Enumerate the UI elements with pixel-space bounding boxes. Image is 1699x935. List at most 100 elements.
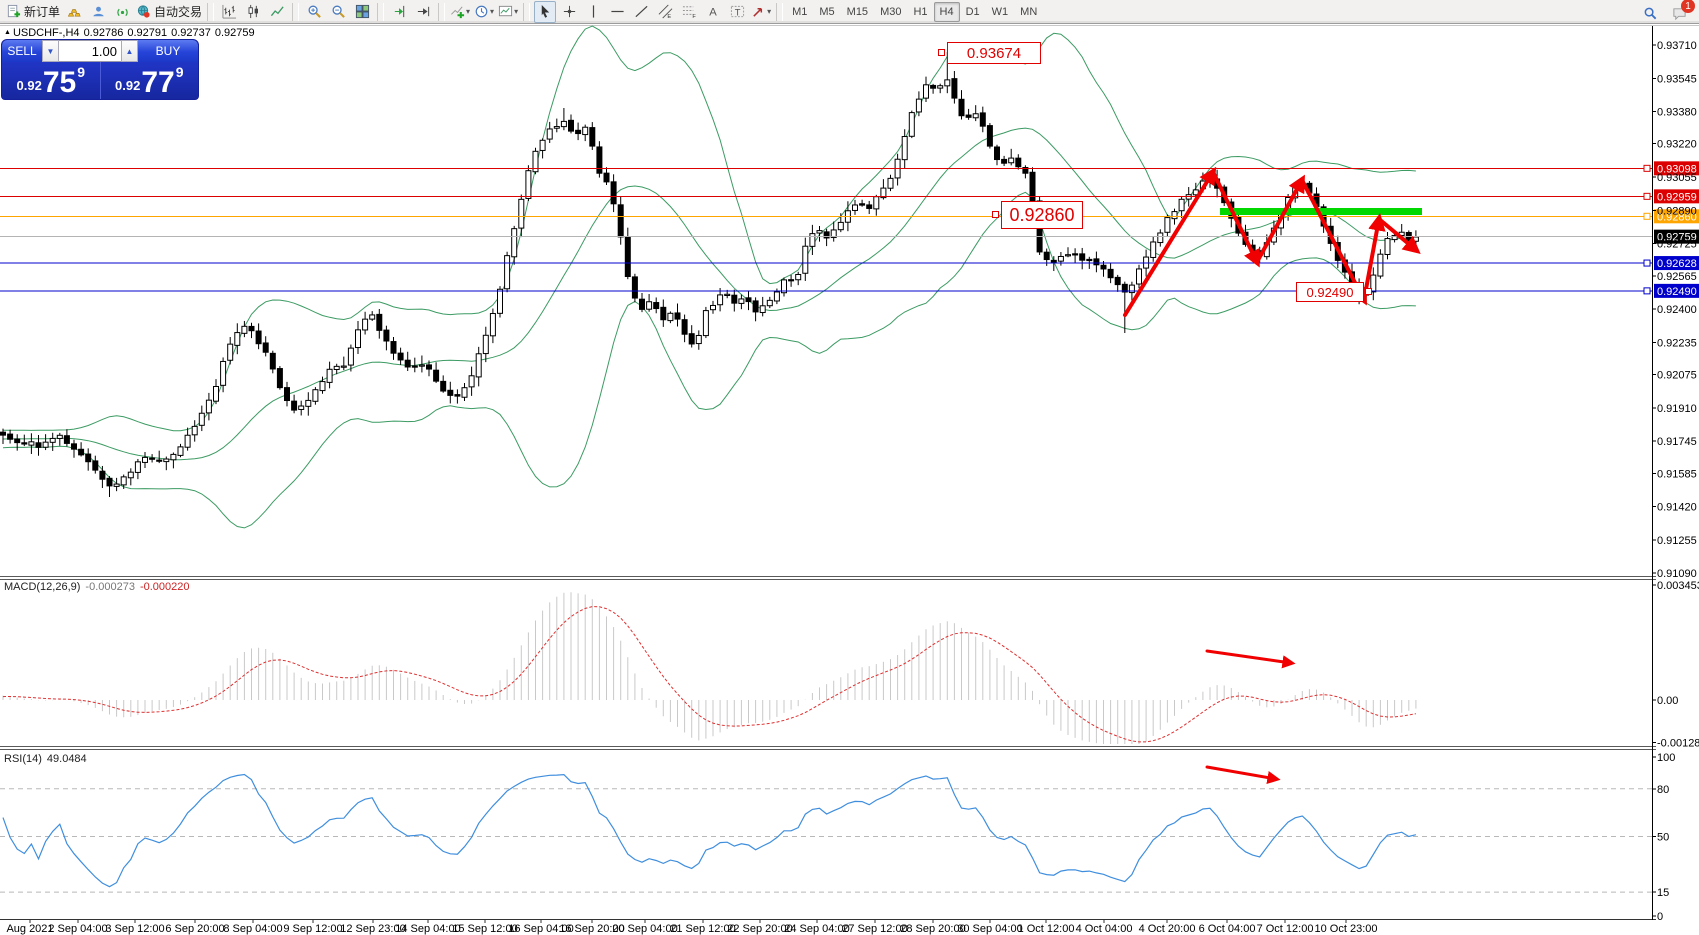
macd-main-value: -0.000273 (85, 581, 135, 593)
crosshair-icon[interactable] (558, 1, 580, 23)
symbol-ohlc-header: ▲USDCHF-,H40.927860.927910.927370.92759 (4, 27, 259, 39)
candle (1158, 233, 1163, 243)
tile-windows-icon[interactable] (351, 1, 373, 23)
cursor-icon[interactable] (534, 1, 556, 23)
arrows-icon[interactable]: ▾ (750, 1, 772, 23)
annotation-anchor-square[interactable] (938, 49, 945, 56)
timeframe-button-d1[interactable]: D1 (960, 2, 986, 22)
candle (519, 199, 524, 228)
autotrade-icon[interactable]: 自动交易 (135, 1, 203, 23)
price-label-annotation[interactable]: 0.93674 (947, 42, 1041, 64)
rsi-tick-label: 15 (1657, 887, 1669, 899)
candle (796, 274, 801, 279)
time-label: 24 Sep 04:00 (784, 923, 849, 935)
level-anchor-square (1644, 260, 1650, 266)
price-tick-label: 0.91745 (1657, 436, 1697, 448)
candle (1044, 252, 1049, 259)
add-indicator-icon[interactable]: ▾ (449, 1, 471, 23)
chart-canvas[interactable]: 0.930980.929590.928600.927590.926280.924… (0, 0, 1699, 935)
candle (277, 369, 282, 388)
candle (1094, 259, 1099, 265)
shift-chart-icon[interactable] (388, 1, 410, 23)
bar-chart-icon[interactable] (218, 1, 240, 23)
candle (853, 205, 858, 210)
level-anchor-square (1644, 213, 1650, 219)
candle (561, 121, 566, 126)
timeframe-button-mn[interactable]: MN (1014, 2, 1043, 22)
candle (242, 326, 247, 333)
timeframe-button-m5[interactable]: M5 (813, 2, 840, 22)
candle (675, 313, 680, 319)
candle (959, 99, 964, 115)
price-tick-label: 0.91255 (1657, 535, 1697, 547)
price-label-annotation[interactable]: 0.92490 (1296, 282, 1364, 302)
candle (1066, 255, 1071, 256)
text-icon[interactable]: A (702, 1, 724, 23)
buy-price-big: 77 (141, 70, 174, 96)
timeframe-button-m30[interactable]: M30 (874, 2, 907, 22)
toolbar-separator (523, 3, 530, 21)
timeframe-button-m15[interactable]: M15 (841, 2, 874, 22)
price-tick-label: 0.91910 (1657, 403, 1697, 415)
candle (86, 454, 91, 462)
community-icon[interactable] (87, 1, 109, 23)
sell-button[interactable]: SELL (2, 40, 42, 62)
equidistant-channel-icon[interactable]: E (654, 1, 676, 23)
price-tag-label: 0.92628 (1657, 258, 1697, 270)
signal-icon[interactable] (111, 1, 133, 23)
vertical-line-icon[interactable] (582, 1, 604, 23)
volume-increase-button[interactable]: ▲ (121, 40, 138, 62)
sell-price-display[interactable]: 0.92 75 9 (2, 62, 101, 99)
timeframe-button-w1[interactable]: W1 (986, 2, 1015, 22)
buy-button[interactable]: BUY (138, 40, 198, 62)
candle (57, 435, 62, 438)
trendline-icon[interactable] (630, 1, 652, 23)
candle (867, 205, 872, 209)
timeframe-button-h1[interactable]: H1 (907, 2, 933, 22)
candle (625, 237, 630, 277)
candlestick-chart-icon[interactable] (242, 1, 264, 23)
candle (263, 343, 268, 352)
candle (753, 301, 758, 312)
gold-icon[interactable] (63, 1, 85, 23)
horizontal-line-icon[interactable] (606, 1, 628, 23)
volume-decrease-button[interactable]: ▼ (42, 40, 59, 62)
search-icon[interactable] (1639, 2, 1661, 24)
candle (256, 331, 261, 344)
price-tick-label: 0.92890 (1657, 205, 1697, 217)
price-label-annotation[interactable]: 0.92860 (1001, 201, 1083, 229)
new-order-icon[interactable]: 新订单 (5, 1, 61, 23)
timeframe-button-m1[interactable]: M1 (786, 2, 813, 22)
buy-price-display[interactable]: 0.92 77 9 (101, 62, 199, 99)
toolbar-separator (292, 3, 299, 21)
mt4-window: 0.930980.929590.928600.927590.926280.924… (0, 0, 1699, 935)
candle (79, 449, 84, 455)
line-chart-icon[interactable] (266, 1, 288, 23)
candle (1385, 239, 1390, 255)
fibonacci-icon[interactable]: F (678, 1, 700, 23)
chat-icon[interactable]: 1 (1668, 2, 1690, 24)
candle (114, 484, 119, 486)
rsi-name: RSI(14) (4, 753, 42, 765)
timeframe-button-h4[interactable]: H4 (934, 2, 960, 22)
auto-scroll-icon[interactable] (412, 1, 434, 23)
templates-icon[interactable]: ▾ (497, 1, 519, 23)
annotation-anchor-square[interactable] (1365, 288, 1372, 295)
zoom-in-icon[interactable] (303, 1, 325, 23)
rsi-value: 49.0484 (47, 753, 87, 765)
candle (143, 457, 148, 462)
quote-high: 0.92791 (127, 27, 167, 39)
price-tag-label: 0.92490 (1657, 286, 1697, 298)
periods-icon[interactable]: ▾ (473, 1, 495, 23)
text-label-icon[interactable]: T (726, 1, 748, 23)
candle (618, 205, 623, 237)
volume-input[interactable] (59, 40, 121, 62)
candle (604, 173, 609, 182)
candle (661, 307, 666, 319)
annotation-anchor-square[interactable] (992, 211, 999, 218)
time-label: 6 Sep 20:00 (165, 923, 224, 935)
candle (171, 454, 176, 459)
zoom-out-icon[interactable] (327, 1, 349, 23)
notification-badge: 1 (1681, 0, 1695, 13)
candle (93, 461, 98, 470)
